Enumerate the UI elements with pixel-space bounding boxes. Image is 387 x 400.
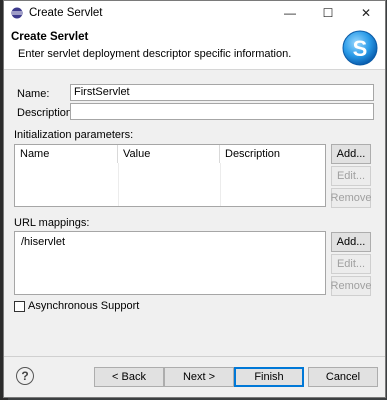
column-header-description[interactable]: Description — [220, 145, 325, 163]
async-support-label[interactable]: Asynchronous Support — [28, 300, 139, 312]
init-params-edit-button[interactable]: Edit... — [331, 166, 371, 186]
minimize-button[interactable]: — — [271, 1, 309, 25]
wizard-banner: Create Servlet Enter servlet deployment … — [4, 25, 385, 70]
cancel-button[interactable]: Cancel — [308, 367, 378, 387]
init-params-add-button[interactable]: Add... — [331, 144, 371, 164]
logo-letter: S — [353, 36, 368, 61]
name-field[interactable]: FirstServlet — [70, 84, 374, 101]
column-divider — [118, 163, 119, 206]
footer-separator — [4, 356, 385, 357]
list-item[interactable]: /hiservlet — [21, 236, 65, 248]
description-label: Description: — [17, 107, 76, 119]
description-field[interactable] — [70, 103, 374, 120]
title-bar: Create Servlet — ☐ ✕ — [4, 1, 385, 25]
column-divider — [220, 163, 221, 206]
servlet-logo-icon: S — [342, 30, 378, 66]
close-button[interactable]: ✕ — [347, 1, 385, 25]
finish-button[interactable]: Finish — [234, 367, 304, 387]
window-controls: — ☐ ✕ — [271, 1, 385, 25]
back-button[interactable]: < Back — [94, 367, 164, 387]
url-mappings-remove-button[interactable]: Remove — [331, 276, 371, 296]
banner-description: Enter servlet deployment descriptor spec… — [18, 48, 292, 60]
column-header-name[interactable]: Name — [15, 145, 118, 163]
eclipse-app-icon — [11, 7, 23, 19]
url-mappings-list[interactable]: /hiservlet — [14, 231, 326, 295]
maximize-button[interactable]: ☐ — [309, 1, 347, 25]
banner-title: Create Servlet — [11, 31, 89, 43]
next-button[interactable]: Next > — [164, 367, 234, 387]
url-mappings-label: URL mappings: — [14, 217, 90, 229]
url-mappings-edit-button[interactable]: Edit... — [331, 254, 371, 274]
name-label: Name: — [17, 88, 50, 100]
create-servlet-dialog: Create Servlet — ☐ ✕ Create Servlet Ente… — [3, 0, 386, 398]
init-params-remove-button[interactable]: Remove — [331, 188, 371, 208]
help-icon[interactable]: ? — [16, 367, 34, 385]
init-params-label: Initialization parameters: — [14, 129, 134, 141]
column-header-value[interactable]: Value — [118, 145, 220, 163]
url-mappings-add-button[interactable]: Add... — [331, 232, 371, 252]
window-title: Create Servlet — [29, 7, 103, 19]
init-params-table[interactable]: Name Value Description — [14, 144, 326, 207]
async-support-checkbox[interactable] — [14, 301, 25, 312]
